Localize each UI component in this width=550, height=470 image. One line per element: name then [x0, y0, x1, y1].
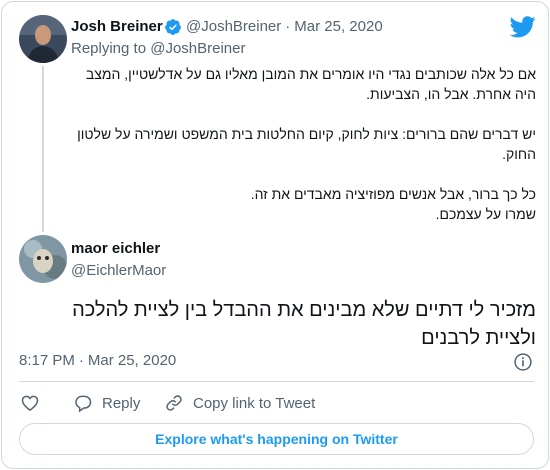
thread-connector-line — [42, 66, 44, 232]
info-icon[interactable] — [513, 352, 533, 372]
verified-badge-icon — [165, 19, 181, 35]
parent-author-handle-and-date[interactable]: @JoshBreiner · Mar 25, 2020 — [186, 18, 383, 35]
parent-tweet-text: אם כל אלה שכותבים נגדי היו אומרים את המו… — [62, 64, 536, 224]
parent-author-name[interactable]: Josh Breiner — [71, 18, 163, 35]
copy-link-button[interactable]: Copy link to Tweet — [164, 391, 315, 415]
link-icon — [166, 395, 182, 411]
reply-bubble-icon — [75, 395, 92, 413]
parent-text-line: כל כך ברור, אבל אנשים מפוזיציה מאבדים את… — [250, 186, 536, 202]
replying-to-line: Replying to @JoshBreiner — [71, 40, 246, 57]
divider — [19, 381, 534, 382]
reply-timestamp-time[interactable]: 8:17 PM — [19, 352, 75, 369]
replying-to-handle[interactable]: @JoshBreiner — [150, 40, 245, 57]
reply-author-name[interactable]: maor eichler — [71, 240, 160, 257]
reply-timestamp[interactable]: 8:17 PM · Mar 25, 2020 — [19, 352, 176, 369]
reply-button[interactable]: Reply — [73, 391, 140, 415]
parent-text-line: יש דברים שהם ברורים: ציות לחוק, קיום החל… — [77, 126, 536, 142]
twitter-bird-icon[interactable] — [510, 16, 536, 38]
reply-author-avatar[interactable] — [19, 235, 67, 283]
parent-text-line: שמרו על עצמכם. — [435, 206, 536, 222]
heart-icon — [21, 395, 39, 411]
parent-author-avatar[interactable] — [19, 15, 67, 63]
reply-author-handle[interactable]: @EichlerMaor — [71, 262, 166, 279]
separator-dot: · — [78, 352, 84, 369]
reply-tweet-text: מזכיר לי דתיים שלא מבינים את ההבדל בין ל… — [72, 299, 536, 349]
parent-text-line: היה אחרת. אבל הו, הצביעות. — [366, 86, 536, 102]
like-button[interactable] — [20, 391, 49, 415]
parent-tweet-date[interactable]: Mar 25, 2020 — [294, 18, 382, 35]
parent-author-handle[interactable]: @JoshBreiner — [186, 18, 281, 35]
replying-to-label: Replying to — [71, 40, 147, 57]
separator-dot: · — [285, 18, 291, 35]
tweet-embed-card: Josh Breiner @JoshBreiner · Mar 25, 2020 R… — [1, 1, 549, 469]
copy-link-label: Copy link to Tweet — [193, 394, 316, 412]
reply-timestamp-date[interactable]: Mar 25, 2020 — [88, 352, 176, 369]
reply-label: Reply — [102, 394, 141, 412]
parent-text-line: החוק. — [502, 146, 536, 162]
explore-twitter-button[interactable]: Explore what's happening on Twitter — [19, 423, 534, 455]
parent-text-line: אם כל אלה שכותבים נגדי היו אומרים את המו… — [85, 66, 536, 82]
